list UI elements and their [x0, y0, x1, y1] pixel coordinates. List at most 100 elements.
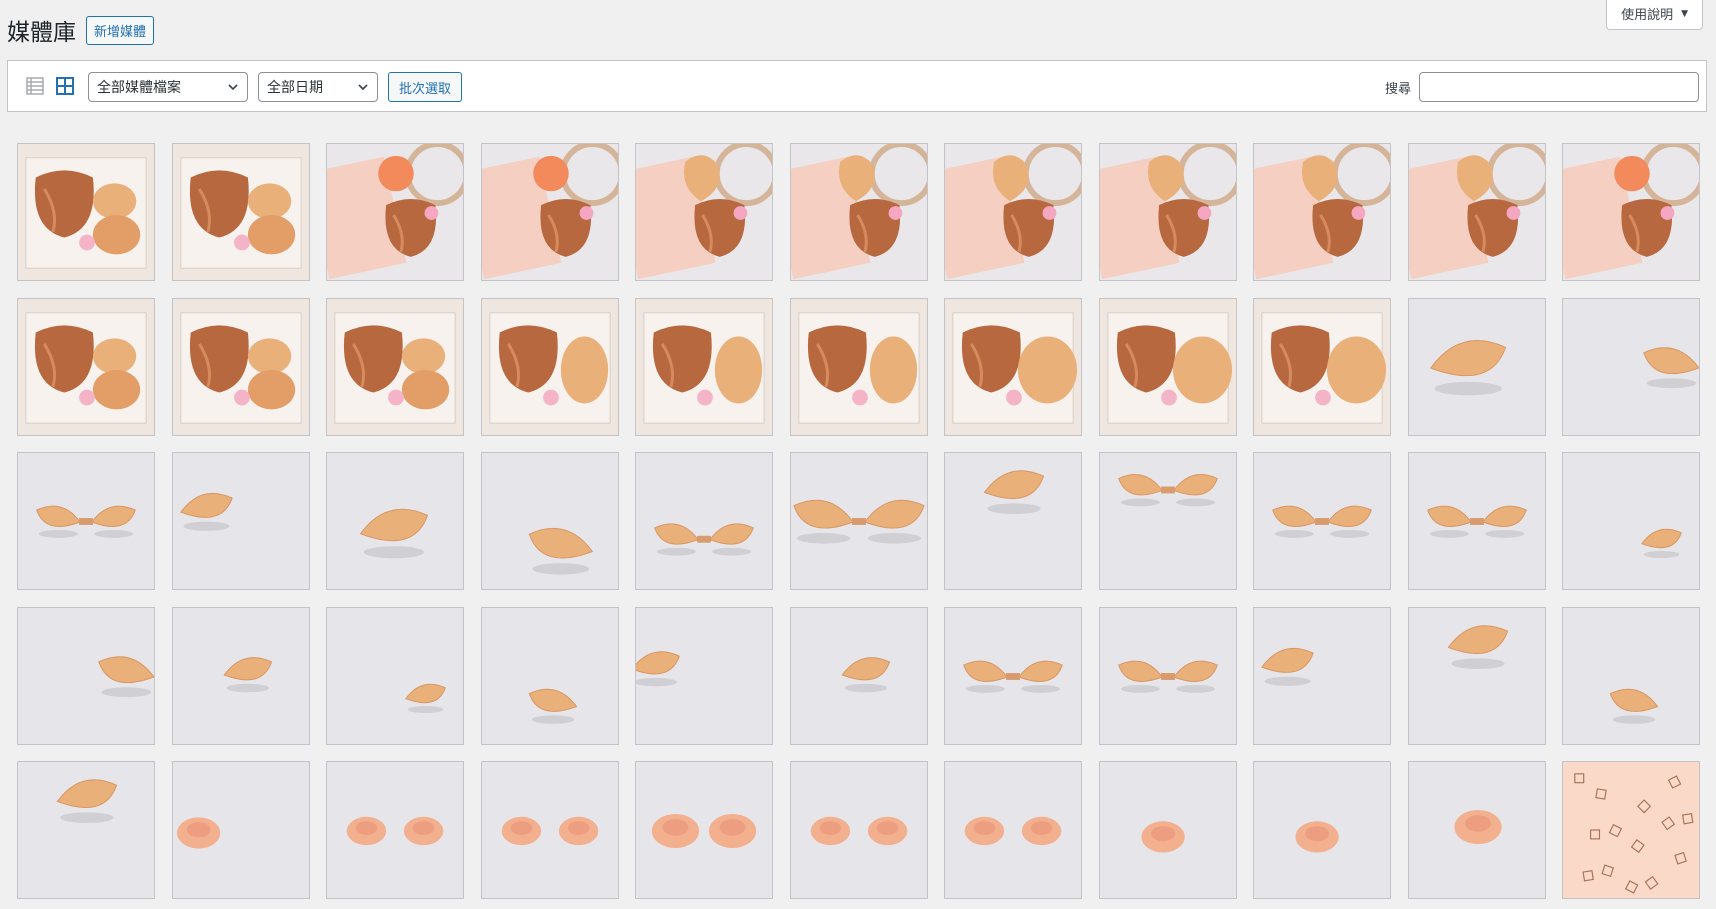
- media-thumbnail[interactable]: [789, 606, 928, 745]
- media-thumbnail[interactable]: [1098, 143, 1237, 281]
- media-thumbnail[interactable]: [1407, 452, 1546, 590]
- media-thumbnail[interactable]: [1098, 297, 1237, 436]
- media-thumbnail[interactable]: [635, 606, 773, 745]
- date-filter[interactable]: 全部日期: [258, 72, 378, 102]
- media-thumbnail[interactable]: [789, 452, 928, 590]
- thumbnail-image: [172, 607, 309, 744]
- media-thumbnail[interactable]: [1407, 761, 1546, 899]
- media-thumbnail[interactable]: [480, 606, 619, 745]
- thumbnail-image: [1563, 144, 1699, 280]
- media-thumbnail[interactable]: [326, 297, 464, 436]
- media-thumbnail[interactable]: [326, 761, 464, 899]
- chevron-down-icon: [227, 81, 239, 97]
- thumbnail-image: [172, 762, 309, 898]
- media-thumbnail[interactable]: [1562, 761, 1700, 899]
- media-thumbnail[interactable]: [480, 297, 619, 436]
- media-thumbnail[interactable]: [1098, 606, 1237, 745]
- thumbnail-image: [172, 298, 309, 435]
- media-thumbnail[interactable]: [17, 606, 155, 745]
- media-thumbnail[interactable]: [1098, 761, 1237, 899]
- thumbnail-image: [18, 453, 154, 589]
- chevron-down-icon: [357, 81, 369, 97]
- media-thumbnail[interactable]: [635, 143, 773, 281]
- media-thumbnail[interactable]: [1253, 297, 1391, 436]
- media-thumbnail[interactable]: [171, 297, 310, 436]
- media-thumbnail[interactable]: [171, 143, 310, 281]
- media-thumbnail[interactable]: [944, 452, 1082, 590]
- thumbnail-image: [1563, 298, 1699, 435]
- thumbnail-image: [172, 453, 309, 589]
- thumbnail-image: [1408, 298, 1545, 435]
- thumbnail-image: [327, 298, 463, 435]
- thumbnail-image: [945, 144, 1081, 280]
- list-view-icon[interactable]: [24, 75, 46, 97]
- thumbnail-image: [945, 762, 1081, 898]
- bulk-select-button[interactable]: 批次選取: [388, 72, 463, 102]
- media-thumbnail[interactable]: [17, 452, 155, 590]
- thumbnail-image: [1563, 453, 1699, 589]
- search-label: 搜尋: [1385, 82, 1412, 97]
- media-thumbnail[interactable]: [171, 761, 310, 899]
- media-thumbnail[interactable]: [635, 452, 773, 590]
- media-thumbnail[interactable]: [635, 297, 773, 436]
- thumbnail-image: [636, 298, 772, 435]
- media-thumbnail[interactable]: [944, 297, 1082, 436]
- thumbnail-image: [18, 144, 154, 280]
- media-toolbar: 全部媒體檔案 全部日期 批次選取 搜尋: [7, 60, 1707, 112]
- thumbnail-image: [1254, 453, 1390, 589]
- media-thumbnail[interactable]: [1562, 452, 1700, 590]
- media-thumbnail[interactable]: [1562, 143, 1700, 281]
- thumbnail-image: [1099, 762, 1236, 898]
- media-thumbnail[interactable]: [789, 761, 928, 899]
- media-thumbnail[interactable]: [1253, 143, 1391, 281]
- thumbnail-image: [1254, 144, 1390, 280]
- thumbnail-image: [172, 144, 309, 280]
- thumbnail-image: [1099, 298, 1236, 435]
- help-tab-label: 使用說明: [1621, 8, 1674, 23]
- media-thumbnail[interactable]: [789, 143, 928, 281]
- media-thumbnail[interactable]: [17, 143, 155, 281]
- media-thumbnail[interactable]: [1562, 606, 1700, 745]
- thumbnail-image: [1563, 607, 1699, 744]
- thumbnail-image: [636, 144, 772, 280]
- media-thumbnail[interactable]: [789, 297, 928, 436]
- media-type-filter[interactable]: 全部媒體檔案: [88, 72, 248, 102]
- add-new-media-button[interactable]: 新增媒體: [86, 15, 155, 45]
- thumbnail-image: [18, 607, 154, 744]
- media-thumbnail[interactable]: [1098, 452, 1237, 590]
- thumbnail-image: [790, 607, 927, 744]
- media-thumbnail[interactable]: [1253, 606, 1391, 745]
- media-thumbnail[interactable]: [944, 761, 1082, 899]
- media-thumbnail[interactable]: [480, 761, 619, 899]
- thumbnail-image: [481, 144, 618, 280]
- thumbnail-image: [945, 453, 1081, 589]
- thumbnail-image: [790, 298, 927, 435]
- thumbnail-image: [327, 144, 463, 280]
- media-thumbnail[interactable]: [480, 452, 619, 590]
- media-thumbnail[interactable]: [326, 606, 464, 745]
- date-filter-value: 全部日期: [267, 80, 323, 96]
- media-thumbnail[interactable]: [326, 452, 464, 590]
- media-thumbnail[interactable]: [1562, 297, 1700, 436]
- media-thumbnail[interactable]: [1253, 761, 1391, 899]
- media-thumbnail[interactable]: [480, 143, 619, 281]
- media-thumbnail[interactable]: [171, 452, 310, 590]
- media-thumbnail[interactable]: [326, 143, 464, 281]
- media-thumbnail[interactable]: [944, 606, 1082, 745]
- search-input[interactable]: [1419, 72, 1699, 102]
- thumbnail-image: [481, 453, 618, 589]
- media-thumbnail[interactable]: [1407, 297, 1546, 436]
- help-tab-button[interactable]: 使用說明 ▼: [1606, 0, 1703, 30]
- media-thumbnail[interactable]: [1407, 606, 1546, 745]
- media-thumbnail[interactable]: [17, 297, 155, 436]
- media-thumbnail[interactable]: [635, 761, 773, 899]
- media-thumbnail[interactable]: [944, 143, 1082, 281]
- grid-view-icon[interactable]: [54, 75, 76, 97]
- media-thumbnail[interactable]: [1253, 452, 1391, 590]
- media-thumbnail[interactable]: [1407, 143, 1546, 281]
- media-thumbnail[interactable]: [171, 606, 310, 745]
- thumbnail-image: [945, 607, 1081, 744]
- thumbnail-image: [1408, 144, 1545, 280]
- media-thumbnail[interactable]: [17, 761, 155, 899]
- thumbnail-image: [327, 453, 463, 589]
